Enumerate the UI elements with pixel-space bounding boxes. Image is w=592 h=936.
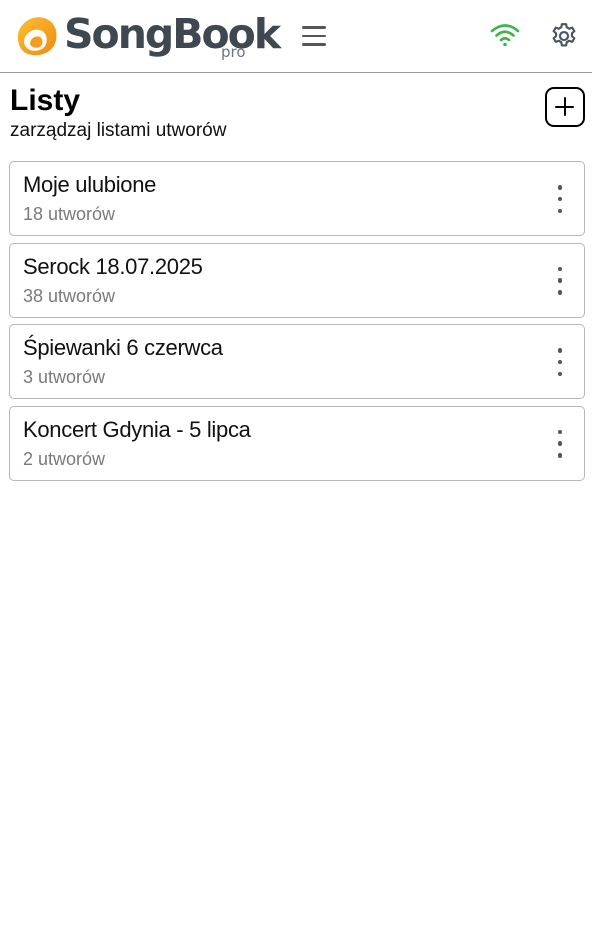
more-options-icon[interactable] <box>550 266 570 296</box>
more-options-icon[interactable] <box>550 184 570 214</box>
list-item[interactable]: Śpiewanki 6 czerwca 3 utworów <box>9 324 585 399</box>
add-list-button[interactable] <box>545 87 585 127</box>
more-options-icon[interactable] <box>550 347 570 377</box>
list-item-count: 38 utworów <box>23 285 116 306</box>
more-options-icon[interactable] <box>550 429 570 459</box>
list-item[interactable]: Moje ulubione 18 utworów <box>9 161 585 236</box>
playlists-list: Moje ulubione 18 utworów Serock 18.07.20… <box>9 161 585 487</box>
page-subtitle: zarządzaj listami utworów <box>10 120 227 141</box>
list-item-count: 3 utworów <box>23 367 106 387</box>
list-item-name: Serock 18.07.2025 <box>23 253 203 279</box>
menu-line <box>302 34 326 38</box>
logo-mark-icon <box>17 17 57 56</box>
list-item-count: 2 utworów <box>23 448 106 469</box>
menu-line <box>302 26 326 29</box>
list-item-name: Koncert Gdynia - 5 lipca <box>23 416 251 442</box>
songbook-logo[interactable]: SongBook pro <box>14 8 281 64</box>
page-title: Listy <box>10 84 81 117</box>
list-item-name: Moje ulubione <box>23 172 157 197</box>
app-header: SongBook pro <box>0 0 592 73</box>
list-item-name: Śpiewanki 6 czerwca <box>23 335 223 360</box>
list-item[interactable]: Koncert Gdynia - 5 lipca 2 utworów <box>9 405 585 481</box>
menu-line <box>302 43 326 46</box>
page-header: Listy zarządzaj listami utworów <box>10 84 530 143</box>
list-item[interactable]: Serock 18.07.2025 38 utworów <box>9 242 585 318</box>
logo-subtext: pro <box>221 43 246 61</box>
gear-icon[interactable] <box>549 21 579 51</box>
hamburger-menu-icon[interactable] <box>298 22 330 50</box>
list-item-count: 18 utworów <box>23 204 116 224</box>
logo-text: SongBook <box>64 10 281 58</box>
wifi-icon <box>490 24 520 47</box>
